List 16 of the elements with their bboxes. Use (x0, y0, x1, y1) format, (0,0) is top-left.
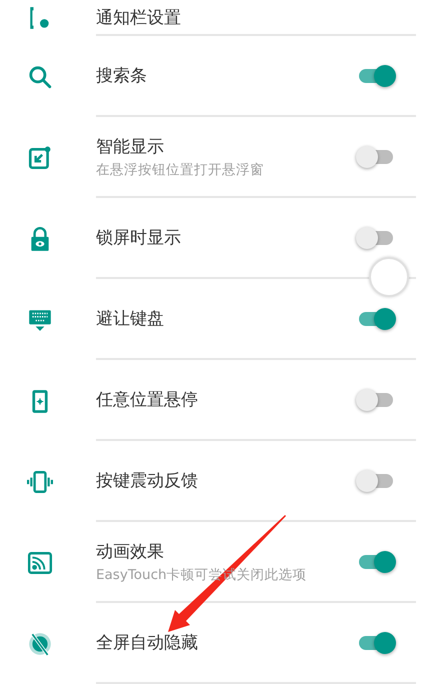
setting-title: 锁屏时显示 (96, 227, 182, 249)
setting-title: 任意位置悬停 (96, 389, 199, 411)
resize-icon (27, 144, 53, 170)
setting-title: 全屏自动隐藏 (96, 632, 199, 654)
setting-title: 智能显示 (96, 136, 165, 158)
cast-icon (27, 550, 53, 576)
setting-description: 在悬浮按钮位置打开悬浮窗 (96, 160, 265, 178)
setting-title: 动画效果 (96, 540, 165, 562)
setting-title: 搜索条 (96, 65, 148, 87)
search-icon (27, 64, 53, 90)
setting-title: 按键震动反馈 (96, 470, 199, 492)
floating-button[interactable] (369, 257, 409, 297)
setting-title: 避让键盘 (96, 308, 165, 330)
hide-icon (27, 630, 53, 656)
setting-title: 通知栏设置 (96, 6, 182, 28)
vibrate-icon (27, 468, 53, 494)
